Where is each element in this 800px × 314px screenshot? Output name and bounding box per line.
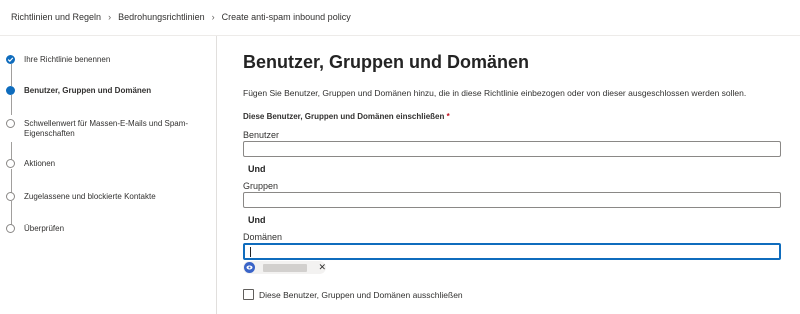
domains-input[interactable] bbox=[243, 243, 781, 260]
wizard-step-actions[interactable]: Aktionen bbox=[6, 159, 199, 169]
breadcrumb-policies-rules[interactable]: Richtlinien und Regeln bbox=[11, 12, 101, 22]
exclude-checkbox-label: Diese Benutzer, Gruppen und Domänen auss… bbox=[259, 289, 463, 300]
required-marker: * bbox=[446, 112, 450, 121]
exclude-option[interactable]: Diese Benutzer, Gruppen und Domänen auss… bbox=[243, 289, 463, 300]
domain-icon bbox=[244, 262, 255, 273]
checkmark-icon bbox=[6, 55, 15, 64]
domain-chip: ✕ bbox=[243, 261, 326, 274]
pending-step-icon bbox=[6, 224, 15, 233]
wizard-steps-panel: Ihre Richtlinie benennen Benutzer, Grupp… bbox=[0, 36, 217, 314]
groups-input[interactable] bbox=[243, 192, 781, 208]
wizard-step-label: Überprüfen bbox=[24, 224, 65, 233]
text-caret bbox=[250, 247, 251, 257]
wizard-step-users-groups-domains[interactable]: Benutzer, Gruppen und Domänen bbox=[6, 86, 199, 96]
pending-step-icon bbox=[6, 192, 15, 201]
domains-label: Domänen bbox=[243, 232, 283, 242]
and-operator-label: Und bbox=[248, 164, 266, 174]
remove-chip-icon[interactable]: ✕ bbox=[318, 263, 326, 272]
wizard-step-name-policy[interactable]: Ihre Richtlinie benennen bbox=[6, 55, 199, 65]
pending-step-icon bbox=[6, 119, 15, 128]
include-section-text: Diese Benutzer, Gruppen und Domänen eins… bbox=[243, 112, 445, 121]
wizard-step-label: Zugelassene und blockierte Kontakte bbox=[24, 192, 156, 201]
users-input[interactable] bbox=[243, 141, 781, 157]
page-description: Fügen Sie Benutzer, Gruppen und Domänen … bbox=[243, 88, 747, 98]
and-operator-label: Und bbox=[248, 215, 266, 225]
include-section-label: Diese Benutzer, Gruppen und Domänen eins… bbox=[243, 112, 450, 121]
current-step-icon bbox=[6, 86, 15, 95]
step-connector bbox=[11, 169, 12, 193]
step-connector bbox=[11, 64, 12, 86]
users-label: Benutzer bbox=[243, 130, 280, 140]
wizard-step-review[interactable]: Überprüfen bbox=[6, 224, 199, 234]
exclude-checkbox[interactable] bbox=[243, 289, 254, 300]
wizard-step-label: Schwellenwert für Massen-E-Mails und Spa… bbox=[24, 119, 189, 138]
wizard-step-label: Aktionen bbox=[24, 159, 56, 168]
groups-label: Gruppen bbox=[243, 181, 279, 191]
breadcrumb-threat-policies[interactable]: Bedrohungsrichtlinien bbox=[118, 12, 205, 22]
chevron-right-icon: › bbox=[108, 12, 112, 22]
step-connector bbox=[11, 201, 12, 225]
pending-step-icon bbox=[6, 159, 15, 168]
wizard-step-label: Ihre Richtlinie benennen bbox=[24, 55, 111, 64]
step-connector bbox=[11, 95, 12, 115]
wizard-step-allowed-blocked[interactable]: Zugelassene und blockierte Kontakte bbox=[6, 192, 199, 202]
breadcrumb: Richtlinien und Regeln › Bedrohungsricht… bbox=[11, 10, 351, 24]
redacted-domain-value bbox=[262, 263, 308, 272]
wizard-step-label: Benutzer, Gruppen und Domänen bbox=[24, 86, 152, 95]
chevron-right-icon: › bbox=[211, 12, 215, 22]
wizard-step-bulk-threshold[interactable]: Schwellenwert für Massen-E-Mails und Spa… bbox=[6, 119, 199, 139]
breadcrumb-current-page: Create anti-spam inbound policy bbox=[221, 12, 351, 22]
page-title: Benutzer, Gruppen und Domänen bbox=[243, 52, 530, 72]
